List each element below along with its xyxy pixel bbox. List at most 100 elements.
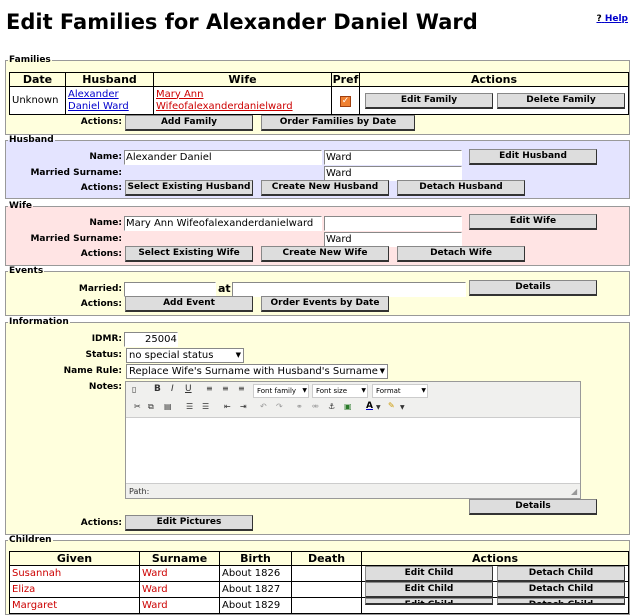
col-given: Given: [9, 551, 140, 566]
align-left-icon[interactable]: ≡: [206, 384, 213, 393]
link-icon[interactable]: ⚭: [296, 402, 303, 411]
child-surname: Ward: [139, 565, 220, 582]
align-right-icon[interactable]: ≡: [238, 384, 245, 393]
font-family-select[interactable]: Font family ▼: [253, 384, 309, 398]
family-husband-link[interactable]: Alexander Daniel Ward: [65, 86, 154, 115]
married-place-field[interactable]: [232, 282, 466, 297]
anchor-icon[interactable]: ⚓: [328, 402, 335, 411]
wife-legend: Wife: [9, 201, 33, 211]
add-family-button[interactable]: Add Family: [125, 115, 253, 131]
outdent-icon[interactable]: ⇤: [224, 402, 231, 411]
font-size-select[interactable]: Font size ▼: [312, 384, 368, 398]
detach-child-button[interactable]: Detach Child: [497, 582, 625, 598]
create-wife-button[interactable]: Create New Wife: [261, 246, 389, 262]
family-wife-link[interactable]: Mary Ann Wifeofalexanderdanielward: [153, 86, 332, 115]
pref-cell: ✓: [331, 86, 360, 115]
cut-icon[interactable]: ✂: [134, 402, 141, 411]
detach-child-button[interactable]: Detach Child: [497, 598, 625, 605]
col-date: Date: [9, 72, 66, 87]
bullet-list-icon[interactable]: ☰: [186, 402, 193, 411]
text-color-icon[interactable]: A: [366, 401, 373, 411]
image-icon[interactable]: ▣: [344, 402, 352, 411]
order-families-button[interactable]: Order Families by Date: [261, 115, 415, 131]
copy-icon[interactable]: ⧉: [148, 402, 154, 412]
children-legend: Children: [9, 535, 52, 545]
paste-icon[interactable]: ▤: [164, 402, 172, 411]
married-date-field[interactable]: [124, 282, 216, 297]
families-header-row: Date Husband Wife Pref Actions: [9, 72, 629, 87]
child-given[interactable]: Margaret: [9, 597, 140, 614]
information-legend: Information: [9, 317, 69, 327]
status-select[interactable]: no special status ▼: [126, 348, 244, 363]
husband-name-label: Name:: [89, 152, 122, 162]
edit-family-button[interactable]: Edit Family: [365, 93, 493, 109]
name-rule-label: Name Rule:: [63, 366, 122, 376]
child-given[interactable]: Susannah: [9, 565, 140, 582]
redo-icon[interactable]: ↷: [276, 402, 283, 411]
wife-given-field[interactable]: Mary Ann Wifeofalexanderdanielward: [124, 216, 322, 231]
chevron-down-icon: ▼: [421, 387, 426, 394]
select-husband-button[interactable]: Select Existing Husband: [125, 180, 253, 196]
husband-surname-field[interactable]: Ward: [324, 150, 462, 165]
event-details-button[interactable]: Details: [469, 280, 597, 296]
idmr-field[interactable]: 25004: [124, 332, 178, 347]
add-event-button[interactable]: Add Event: [125, 296, 253, 312]
detach-husband-button[interactable]: Detach Husband: [397, 180, 525, 196]
indent-icon[interactable]: ⇥: [240, 402, 247, 411]
chevron-down-icon[interactable]: ▼: [400, 404, 405, 411]
create-husband-button[interactable]: Create New Husband: [261, 180, 389, 196]
child-death: [291, 597, 362, 614]
families-actions-label: Actions:: [80, 117, 122, 127]
wife-married-field[interactable]: Ward: [324, 232, 462, 247]
col-birth: Birth: [219, 551, 292, 566]
underline-icon[interactable]: U: [185, 384, 192, 394]
husband-actions-label: Actions:: [80, 183, 122, 193]
unlink-icon[interactable]: ⚮: [312, 402, 319, 411]
background-color-icon[interactable]: ✎: [388, 401, 395, 410]
detach-child-button[interactable]: Detach Child: [497, 566, 625, 582]
col-husband: Husband: [65, 72, 154, 87]
name-rule-select[interactable]: Replace Wife's Surname with Husband's Su…: [126, 364, 388, 379]
husband-married-label: Married Surname:: [30, 168, 122, 178]
family-date: Unknown: [9, 86, 66, 115]
detach-wife-button[interactable]: Detach Wife: [397, 246, 525, 262]
col-child-actions: Actions: [361, 551, 629, 566]
numbered-list-icon[interactable]: ☰: [202, 402, 209, 411]
resize-handle-icon[interactable]: ◢: [571, 487, 577, 496]
notes-textarea[interactable]: [126, 417, 580, 484]
edit-husband-button[interactable]: Edit Husband: [469, 149, 597, 165]
notes-editor: ▯ B I U ≡ ≡ ≡ Font family ▼ Font size ▼ Fo…: [125, 381, 581, 499]
help-link[interactable]: ? Help: [596, 14, 628, 24]
new-document-icon[interactable]: ▯: [132, 385, 136, 394]
col-actions: Actions: [359, 72, 629, 87]
husband-legend: Husband: [9, 135, 54, 145]
edit-wife-button[interactable]: Edit Wife: [469, 214, 597, 230]
italic-icon[interactable]: I: [171, 384, 174, 394]
idmr-label: IDMR:: [91, 334, 122, 344]
col-pref: Pref: [331, 72, 360, 87]
order-events-button[interactable]: Order Events by Date: [261, 296, 389, 312]
chevron-down-icon: ▼: [235, 351, 241, 359]
format-select[interactable]: Format ▼: [372, 384, 428, 398]
child-given[interactable]: Eliza: [9, 581, 140, 598]
edit-child-button[interactable]: Edit Child: [365, 566, 493, 582]
delete-family-button[interactable]: Delete Family: [497, 93, 625, 109]
chevron-down-icon[interactable]: ▼: [376, 404, 381, 411]
bold-icon[interactable]: B: [154, 384, 161, 394]
wife-actions-label: Actions:: [80, 249, 122, 259]
info-details-button[interactable]: Details: [469, 499, 597, 515]
husband-given-field[interactable]: Alexander Daniel: [124, 150, 322, 165]
select-wife-button[interactable]: Select Existing Wife: [125, 246, 253, 262]
married-label: Married:: [78, 284, 122, 294]
pref-checkbox[interactable]: ✓: [340, 95, 351, 107]
children-header-row: Given Surname Birth Death Actions: [9, 551, 629, 566]
edit-pictures-button[interactable]: Edit Pictures: [125, 515, 253, 531]
edit-child-button[interactable]: Edit Child: [365, 598, 493, 605]
wife-surname-field[interactable]: [324, 216, 462, 231]
child-death: [291, 581, 362, 598]
align-center-icon[interactable]: ≡: [222, 384, 229, 393]
husband-married-field[interactable]: Ward: [324, 166, 462, 181]
undo-icon[interactable]: ↶: [260, 402, 267, 411]
child-birth: About 1829: [219, 597, 292, 614]
edit-child-button[interactable]: Edit Child: [365, 582, 493, 598]
